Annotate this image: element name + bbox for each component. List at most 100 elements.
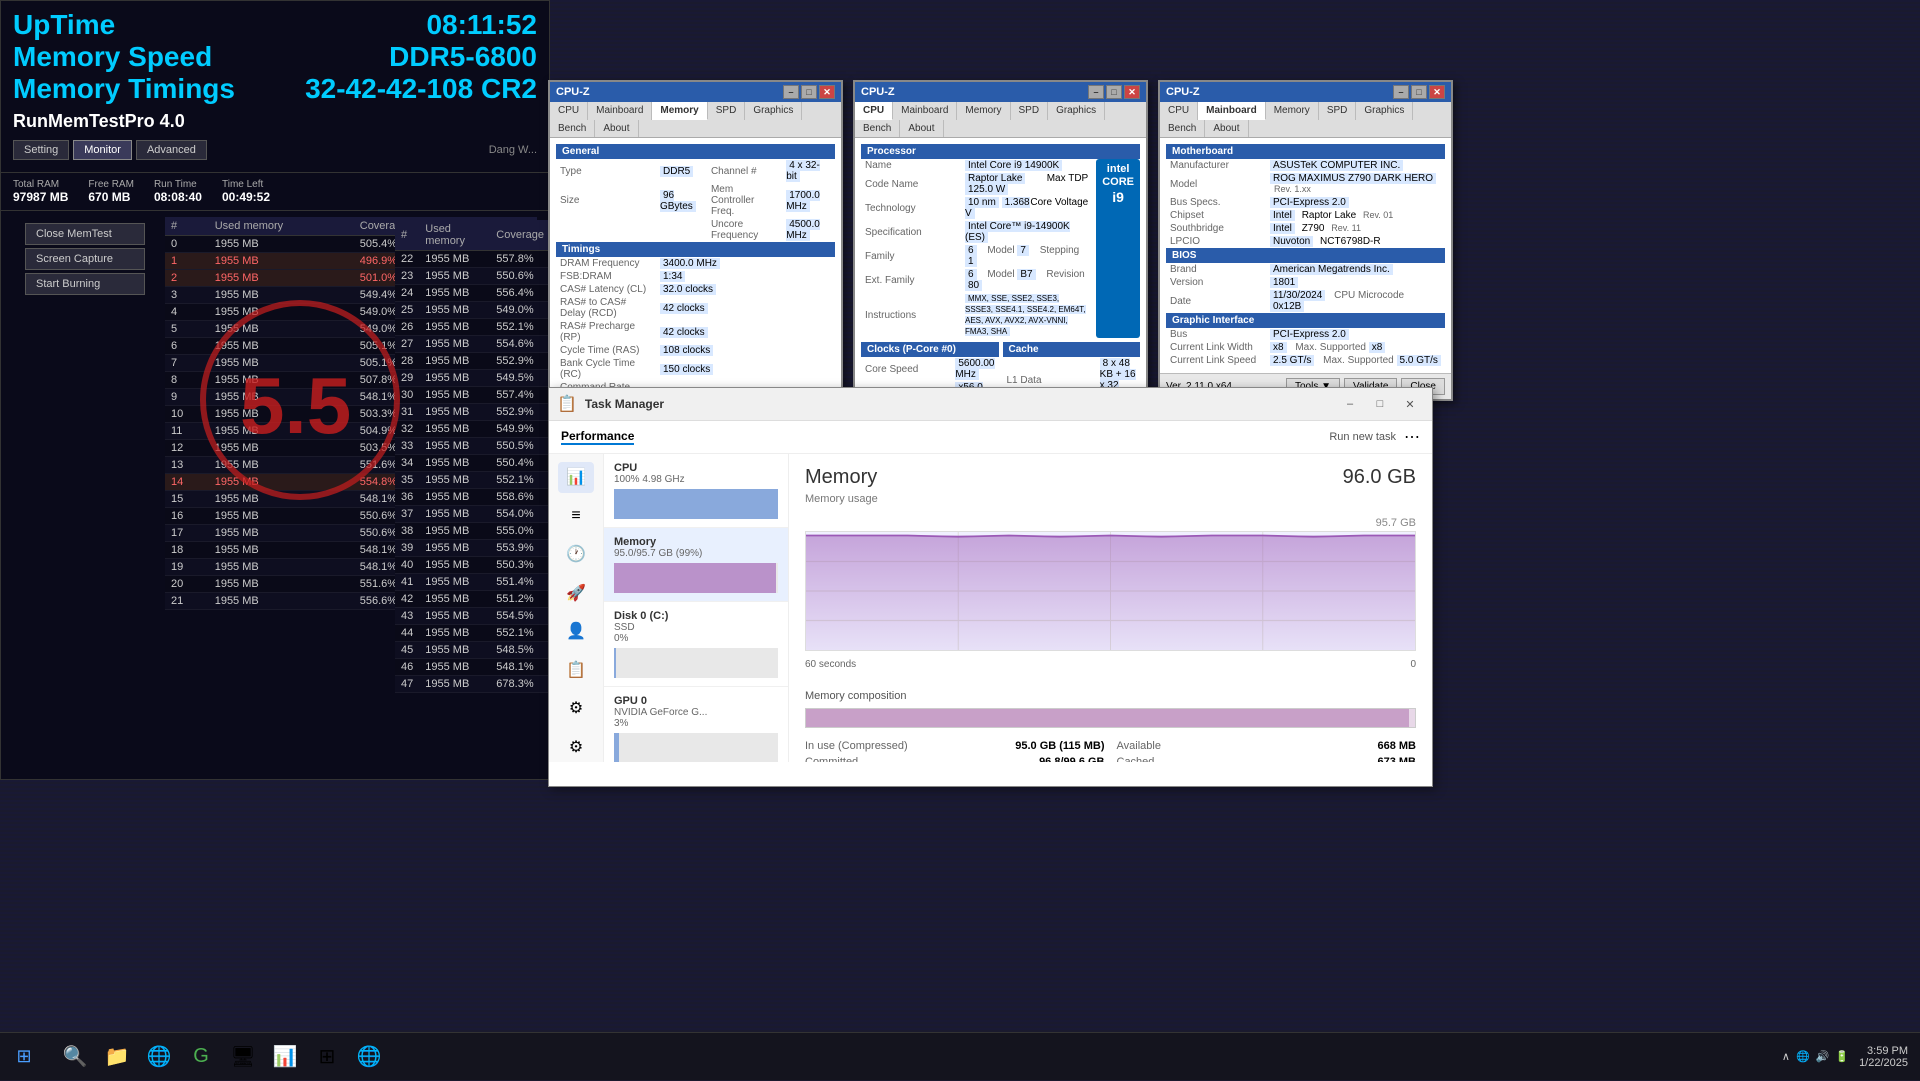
cpuz-tab-spd-3[interactable]: SPD bbox=[1319, 102, 1357, 120]
tm-cpu-resource[interactable]: CPU 100% 4.98 GHz bbox=[604, 454, 788, 528]
mem-ctrl-freq-value: 1700.0 MHz bbox=[786, 190, 820, 212]
code-name-value: Raptor Lake bbox=[965, 173, 1025, 184]
memory-speed-line: Memory Speed DDR5-6800 bbox=[13, 41, 537, 73]
table-row: 461955 MB548.1% bbox=[395, 659, 550, 676]
code-name-label: Code Name bbox=[861, 172, 961, 196]
tm-startup-icon[interactable]: 🚀 bbox=[558, 578, 594, 609]
taskbar-app-grid[interactable]: ⊞ bbox=[308, 1038, 346, 1076]
general-section-header: General bbox=[556, 144, 835, 159]
tm-nav-performance[interactable]: Performance bbox=[561, 429, 634, 445]
tm-graph-duration: 60 seconds bbox=[805, 659, 856, 670]
table-row: 471955 MB678.3% bbox=[395, 676, 550, 693]
tm-close-btn[interactable]: ✕ bbox=[1396, 394, 1424, 414]
table-row: 321955 MB549.9% bbox=[395, 421, 550, 438]
tm-memory-bar bbox=[614, 563, 778, 593]
app-title: RunMemTestPro 4.0 bbox=[13, 105, 537, 136]
cpuz-tab-spd-1[interactable]: SPD bbox=[708, 102, 746, 120]
cpuz-minimize-btn-2[interactable]: – bbox=[1088, 85, 1104, 99]
cpuz-close-btn-1[interactable]: ✕ bbox=[819, 85, 835, 99]
tm-settings-icon[interactable]: ⚙ bbox=[558, 732, 594, 763]
cpuz-close-btn-3[interactable]: ✕ bbox=[1429, 85, 1445, 99]
cpuz-tab-cpu-1[interactable]: CPU bbox=[550, 102, 588, 120]
bios-brand-label: Brand bbox=[1166, 263, 1266, 276]
nav-monitor[interactable]: Monitor bbox=[73, 140, 132, 160]
memory-speed-label: Memory Speed bbox=[13, 41, 212, 73]
more-options-icon[interactable]: ⋯ bbox=[1404, 427, 1420, 447]
tm-performance-icon[interactable]: 📊 bbox=[558, 462, 594, 493]
cpuz-tab-mainboard-1[interactable]: Mainboard bbox=[588, 102, 652, 120]
cpuz-tab-memory-2[interactable]: Memory bbox=[957, 102, 1010, 120]
cpuz-tab-bench-3[interactable]: Bench bbox=[1160, 120, 1205, 137]
cpuz-maximize-btn-2[interactable]: □ bbox=[1106, 85, 1122, 99]
cpuz-tab-about-2[interactable]: About bbox=[900, 120, 943, 137]
cpuz-tab-mainboard-2[interactable]: Mainboard bbox=[893, 102, 957, 120]
tm-processes-icon[interactable]: ≡ bbox=[558, 501, 594, 532]
nav-setting[interactable]: Setting bbox=[13, 140, 69, 160]
tm-history-icon[interactable]: 🕐 bbox=[558, 539, 594, 570]
taskbar-app-blue[interactable]: 📊 bbox=[266, 1038, 304, 1076]
taskbar-app-globe[interactable]: 🌐 bbox=[350, 1038, 388, 1076]
taskbar-browser[interactable]: 🌐 bbox=[140, 1038, 178, 1076]
nav-bar: Setting Monitor Advanced bbox=[13, 136, 207, 164]
tm-services-icon[interactable]: ⚙ bbox=[558, 693, 594, 724]
tm-disk-resource[interactable]: Disk 0 (C:) SSD 0% bbox=[604, 602, 788, 687]
tm-titlebar: 📋 Task Manager – □ ✕ bbox=[549, 388, 1432, 421]
start-button[interactable]: ⊞ bbox=[0, 1033, 48, 1081]
tm-users-icon[interactable]: 👤 bbox=[558, 616, 594, 647]
cpuz-tab-about-1[interactable]: About bbox=[595, 120, 638, 137]
cpuz-tab-bench-2[interactable]: Bench bbox=[855, 120, 900, 137]
cpuz-minimize-btn-3[interactable]: – bbox=[1393, 85, 1409, 99]
taskbar-app-green[interactable]: G bbox=[182, 1038, 220, 1076]
start-burning-btn[interactable]: Start Burning bbox=[25, 273, 145, 295]
tm-memory-resource[interactable]: Memory 95.0/95.7 GB (99%) bbox=[604, 528, 788, 602]
taskbar-system-icons: ∧ 🌐 🔊 🔋 bbox=[1782, 1050, 1849, 1063]
cpuz-tab-mainboard-3[interactable]: Mainboard bbox=[1198, 102, 1266, 120]
taskbar: ⊞ 🔍 📁 🌐 G 🖥 📊 ⊞ 🌐 ∧ 🌐 🔊 🔋 3:59 PM 1/22/2… bbox=[0, 1032, 1920, 1080]
table-row: 441955 MB552.1% bbox=[395, 625, 550, 642]
bios-date-value: 11/30/2024 bbox=[1270, 290, 1325, 301]
cpuz-tab-graphics-1[interactable]: Graphics bbox=[745, 102, 802, 120]
cpuz-tab-spd-2[interactable]: SPD bbox=[1011, 102, 1049, 120]
tm-header: Performance Run new task ⋯ bbox=[549, 421, 1432, 454]
run-time-value: 08:08:40 bbox=[154, 190, 202, 204]
cpuz-maximize-btn-3[interactable]: □ bbox=[1411, 85, 1427, 99]
cpuz-tab-graphics-3[interactable]: Graphics bbox=[1356, 102, 1413, 120]
ras-precharge-label: RAS# Precharge (RP) bbox=[556, 320, 656, 344]
cpuz-tab-cpu-2[interactable]: CPU bbox=[855, 102, 893, 120]
close-memtest-btn[interactable]: Close MemTest bbox=[25, 223, 145, 245]
cpuz-tab-memory-1[interactable]: Memory bbox=[652, 102, 707, 120]
cpuz-tab-about-3[interactable]: About bbox=[1205, 120, 1248, 137]
tm-gpu-resource[interactable]: GPU 0 NVIDIA GeForce G... 3% bbox=[604, 687, 788, 762]
cpuz-maximize-btn-1[interactable]: □ bbox=[801, 85, 817, 99]
memory-current-usage: 95.7 GB bbox=[1376, 517, 1416, 529]
tm-details-icon[interactable]: 📋 bbox=[558, 655, 594, 686]
tm-minimize-btn[interactable]: – bbox=[1336, 394, 1364, 414]
taskbar-monitor-app[interactable]: 🖥 bbox=[224, 1038, 262, 1076]
nav-advanced[interactable]: Advanced bbox=[136, 140, 207, 160]
memory-usage-subtitle: Memory usage bbox=[805, 493, 878, 505]
taskbar-file-explorer[interactable]: 📁 bbox=[98, 1038, 136, 1076]
taskbar-sound-icon: 🔊 bbox=[1816, 1050, 1830, 1063]
taskbar-clock[interactable]: 3:59 PM 1/22/2025 bbox=[1859, 1045, 1908, 1069]
cpuz-minimize-btn-1[interactable]: – bbox=[783, 85, 799, 99]
table-row: 231955 MB550.6% bbox=[395, 268, 550, 285]
table-row: 421955 MB551.2% bbox=[395, 591, 550, 608]
uptime-label: UpTime bbox=[13, 9, 115, 41]
screen-capture-btn[interactable]: Screen Capture bbox=[25, 248, 145, 270]
memory-timings-label: Memory Timings bbox=[13, 73, 235, 105]
mb-chipset-rev-val: Rev. 01 bbox=[1363, 210, 1393, 220]
cpuz-tab-bench-1[interactable]: Bench bbox=[550, 120, 595, 137]
cpuz-tab-memory-3[interactable]: Memory bbox=[1266, 102, 1319, 120]
cpuz-win-controls-3: – □ ✕ bbox=[1393, 85, 1445, 99]
memory-composition-fill bbox=[806, 709, 1409, 727]
cpuz-close-btn-2[interactable]: ✕ bbox=[1124, 85, 1140, 99]
uptime-value: 08:11:52 bbox=[426, 9, 537, 41]
taskbar-chevron-icon[interactable]: ∧ bbox=[1782, 1050, 1790, 1063]
revision-label: Revision bbox=[1046, 269, 1084, 280]
cpu-tech-label: Technology bbox=[861, 196, 961, 220]
task-manager: 📋 Task Manager – □ ✕ Performance Run new… bbox=[548, 387, 1433, 787]
taskbar-search[interactable]: 🔍 bbox=[56, 1038, 94, 1076]
cpuz-tab-cpu-3[interactable]: CPU bbox=[1160, 102, 1198, 120]
tm-maximize-btn[interactable]: □ bbox=[1366, 394, 1394, 414]
cpuz-tab-graphics-2[interactable]: Graphics bbox=[1048, 102, 1105, 120]
